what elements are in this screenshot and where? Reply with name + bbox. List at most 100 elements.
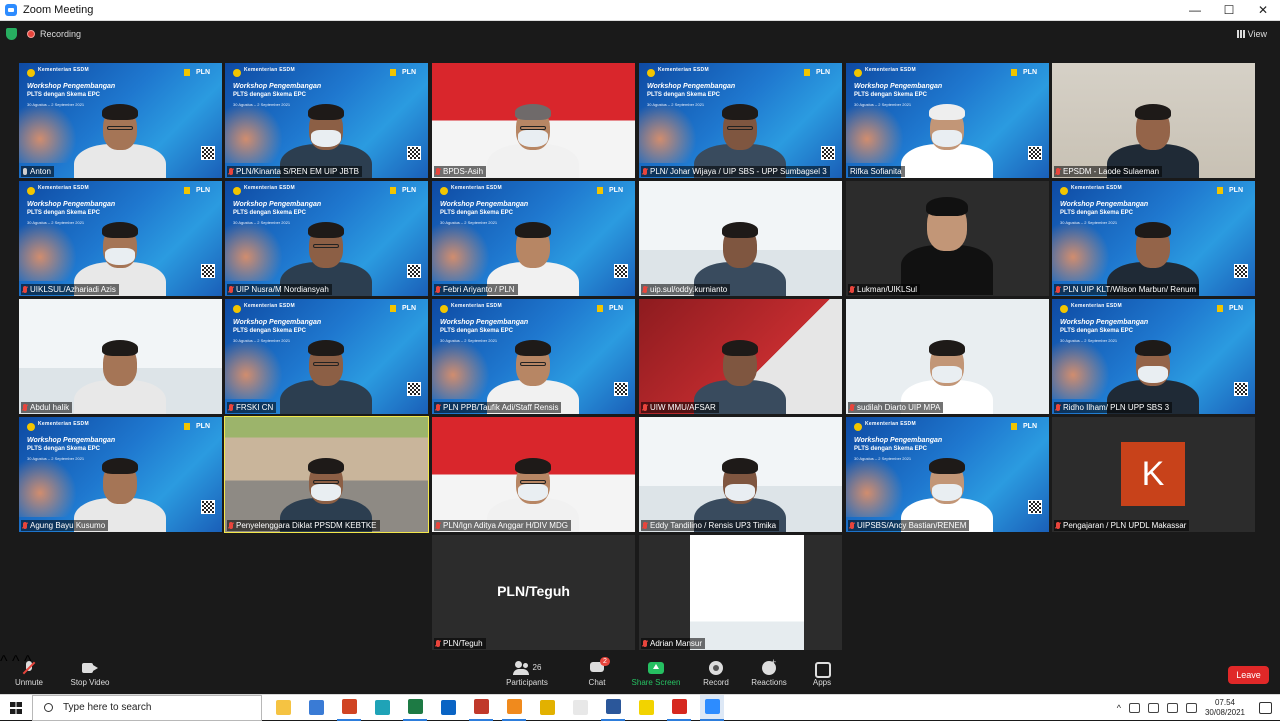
network-icon[interactable]: [1128, 702, 1140, 713]
participant-name: Abdul halik: [30, 403, 70, 412]
taskbar-app-file-explorer[interactable]: [271, 695, 295, 721]
taskbar-app-notepad[interactable]: [568, 695, 592, 721]
leave-meeting-button[interactable]: Leave: [1228, 666, 1269, 684]
close-button[interactable]: ✕: [1246, 0, 1280, 20]
record-button[interactable]: Record: [700, 653, 732, 694]
participant-name-display: PLN/Teguh: [497, 583, 570, 599]
video-tile[interactable]: K Pengajaran / PLN UPDL Makassar: [1052, 417, 1255, 532]
microphone-muted-icon: [850, 404, 854, 411]
taskbar-app-app-grid[interactable]: [469, 695, 493, 721]
microphone-muted-icon: [1056, 286, 1060, 293]
notepad-icon: [572, 700, 588, 715]
security-shield-icon[interactable]: [6, 28, 17, 40]
participant-name-label: Adrian Mansur: [641, 638, 706, 649]
audio-options-caret[interactable]: ^: [0, 653, 8, 670]
microphone-muted-icon: [1056, 168, 1060, 175]
taskbar-app-outlook[interactable]: [436, 695, 460, 721]
start-button[interactable]: [0, 695, 32, 721]
volume-icon[interactable]: [1166, 702, 1178, 713]
stop-video-button[interactable]: Stop Video: [69, 653, 111, 694]
recording-dot-icon: [27, 30, 35, 38]
video-tile[interactable]: Kementerian ESDM PLN Workshop Pengembangan…: [432, 299, 635, 414]
notification-center-icon[interactable]: [1259, 701, 1272, 714]
taskbar-clock[interactable]: 07.54 30/08/2021: [1205, 698, 1245, 718]
video-tile[interactable]: Kementerian ESDM PLN Workshop Pengembangan…: [1052, 299, 1255, 414]
window-title: Zoom Meeting: [23, 4, 94, 16]
video-tile[interactable]: Kementerian ESDM PLN Workshop Pengembangan…: [846, 417, 1049, 532]
reactions-button[interactable]: Reactions: [750, 653, 788, 694]
taskbar-app-word[interactable]: [601, 695, 625, 721]
video-tile[interactable]: Kementerian ESDM PLN Workshop Pengembangan…: [225, 63, 428, 178]
video-tile[interactable]: PLN/Ign Aditya Anggar H/DIV MDG: [432, 417, 635, 532]
taskbar-app-firefox[interactable]: [502, 695, 526, 721]
video-tile[interactable]: Kementerian ESDM PLN Workshop Pengembangan…: [225, 299, 428, 414]
battery-icon[interactable]: [1147, 702, 1159, 713]
minimize-button[interactable]: —: [1178, 0, 1212, 20]
video-tile[interactable]: Abdul halik: [19, 299, 222, 414]
apps-button[interactable]: Apps: [810, 653, 834, 694]
taskbar-app-edge[interactable]: [370, 695, 394, 721]
participant-name: Pengajaran / PLN UPDL Makassar: [1063, 521, 1187, 530]
video-tile[interactable]: Kementerian ESDM PLN Workshop Pengembangan…: [225, 181, 428, 296]
participant-name-label: UIP Nusra/M Nordiansyah: [227, 284, 332, 295]
windows-logo-icon: [10, 701, 22, 714]
video-tile[interactable]: Kementerian ESDM PLN Workshop Pengembangan…: [19, 181, 222, 296]
video-tile[interactable]: Penyelenggara Diklat PPSDM KEBTKE: [224, 416, 429, 533]
video-tile[interactable]: uip.sul/oddy.kurnianto: [639, 181, 842, 296]
recording-indicator[interactable]: Recording: [27, 29, 81, 39]
app-grid-icon: [473, 699, 489, 714]
show-hidden-icons-button[interactable]: ^: [1117, 703, 1121, 713]
chat-button[interactable]: 2 Chat: [583, 653, 611, 694]
participant-name: PLN UIP KLT/Wilson Marbun/ Renum: [1063, 285, 1197, 294]
video-tile[interactable]: Kementerian ESDM PLN Workshop Pengembangan…: [1052, 181, 1255, 296]
taskbar-app-sticky-notes[interactable]: [634, 695, 658, 721]
taskbar-app-powerpoint[interactable]: [337, 695, 361, 721]
microphone-muted-icon: [850, 522, 854, 529]
participant-name: BPDS-Asih: [443, 167, 484, 176]
participant-name-label: Agung Bayu Kusumo: [21, 520, 109, 531]
participant-video-person: [639, 417, 842, 532]
video-tile[interactable]: Kementerian ESDM PLN Workshop Pengembangan…: [846, 63, 1049, 178]
bluetooth-icon[interactable]: [1185, 702, 1197, 713]
participants-button[interactable]: 26 Participants: [504, 653, 550, 694]
participant-name-label: UIW MMU/AFSAR: [641, 402, 719, 413]
video-tile[interactable]: Adrian Mansur: [639, 535, 842, 650]
participant-name: UIKLSUL/Azhariadi Azis: [30, 285, 116, 294]
chat-unread-badge: 2: [600, 656, 610, 666]
video-tile[interactable]: Kementerian ESDM PLN Workshop Pengembangan…: [432, 181, 635, 296]
share-screen-button[interactable]: Share Screen: [631, 653, 681, 694]
participant-name: FRSKI CN: [236, 403, 274, 412]
video-tile[interactable]: sudilah Diarto UIP MPA: [846, 299, 1049, 414]
unmute-label: Unmute: [14, 677, 43, 687]
participant-name: Eddy Tandilino / Rensis UP3 Timika: [650, 521, 777, 530]
participant-avatar: K: [1121, 442, 1185, 506]
unmute-button[interactable]: Unmute: [12, 653, 46, 694]
video-tile[interactable]: Lukman/UIKLSul: [846, 181, 1049, 296]
apps-icon: [814, 661, 831, 678]
video-tile[interactable]: Kementerian ESDM PLN Workshop Pengembangan…: [639, 63, 842, 178]
microphone-muted-icon: [1056, 522, 1060, 529]
participant-video-person: [19, 299, 222, 414]
outlook-icon: [440, 700, 456, 715]
maximize-button[interactable]: ☐: [1212, 0, 1246, 20]
microphone-muted-icon: [643, 168, 647, 175]
video-tile[interactable]: EPSDM - Laode Sulaeman: [1052, 63, 1255, 178]
taskbar-app-chrome[interactable]: [535, 695, 559, 721]
taskbar-search-box[interactable]: Type here to search: [32, 694, 262, 721]
taskbar-app-microsoft-store[interactable]: [304, 695, 328, 721]
participant-video-person: [432, 299, 635, 414]
taskbar-app-zoom[interactable]: [700, 694, 724, 721]
view-button[interactable]: View: [1236, 29, 1267, 39]
participant-video-person: [432, 181, 635, 296]
video-tile[interactable]: Kementerian ESDM PLN Workshop Pengembangan…: [19, 63, 222, 178]
microphone-muted-icon: [229, 168, 233, 175]
participants-icon: [512, 660, 529, 675]
taskbar-app-excel[interactable]: [403, 695, 427, 721]
video-tile[interactable]: BPDS-Asih: [432, 63, 635, 178]
video-tile[interactable]: Eddy Tandilino / Rensis UP3 Timika: [639, 417, 842, 532]
participant-name: Adrian Mansur: [650, 639, 703, 648]
taskbar-app-acrobat[interactable]: [667, 695, 691, 721]
video-tile[interactable]: Kementerian ESDM PLN Workshop Pengembangan…: [19, 417, 222, 532]
video-tile[interactable]: UIW MMU/AFSAR: [639, 299, 842, 414]
video-tile[interactable]: PLN/Teguh PLN/Teguh: [432, 535, 635, 650]
